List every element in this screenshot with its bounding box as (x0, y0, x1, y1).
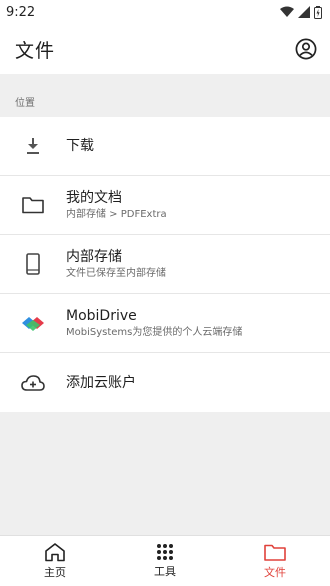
location-my-documents[interactable]: 我的文档 内部存储 > PDFExtra (0, 176, 330, 235)
locations-list: 下载 我的文档 内部存储 > PDFExtra 内部存储 文件已保存至内部存储 … (0, 117, 330, 412)
status-bar: 9:22 (0, 0, 330, 24)
nav-home[interactable]: 主页 (0, 536, 110, 586)
location-title: 下载 (66, 138, 94, 154)
mobidrive-logo-icon (0, 313, 66, 333)
cloud-add-icon (0, 374, 66, 392)
location-subtitle: 文件已保存至内部存储 (66, 268, 166, 279)
location-title: MobiDrive (66, 308, 137, 324)
nav-tools-label: 工具 (154, 565, 176, 578)
main-content: 位置 下载 我的文档 内部存储 > PDFExtra 内部存储 文件已保存至内部… (0, 74, 330, 535)
location-mobidrive[interactable]: MobiDrive MobiSystems为您提供的个人云端存储 (0, 294, 330, 353)
home-icon (45, 543, 65, 562)
location-downloads[interactable]: 下载 (0, 117, 330, 176)
bottom-navigation: 主页 工具 文件 (0, 535, 330, 586)
nav-tools[interactable]: 工具 (110, 536, 220, 586)
location-title: 内部存储 (66, 249, 122, 265)
wifi-icon (280, 6, 294, 17)
status-icons (280, 5, 322, 19)
location-subtitle: 内部存储 > PDFExtra (66, 209, 167, 220)
nav-home-label: 主页 (44, 566, 66, 579)
location-title: 添加云账户 (66, 374, 136, 391)
location-add-cloud-account[interactable]: 添加云账户 (0, 353, 330, 412)
nav-files-label: 文件 (264, 565, 286, 579)
app-bar: 文件 (0, 24, 330, 74)
grid-icon (157, 544, 173, 560)
section-header-locations: 位置 (15, 98, 35, 109)
account-button[interactable] (294, 37, 318, 61)
download-icon (0, 136, 66, 156)
location-subtitle: MobiSystems为您提供的个人云端存储 (66, 327, 243, 338)
location-internal-storage[interactable]: 内部存储 文件已保存至内部存储 (0, 235, 330, 294)
folder-icon (0, 195, 66, 215)
phone-icon (0, 253, 66, 275)
folder-icon (264, 544, 286, 561)
signal-icon (298, 6, 310, 18)
battery-icon (314, 5, 322, 19)
account-icon (295, 38, 317, 60)
location-title: 我的文档 (66, 190, 122, 206)
status-time: 9:22 (6, 4, 36, 20)
page-title: 文件 (15, 39, 56, 62)
nav-files[interactable]: 文件 (220, 536, 330, 586)
